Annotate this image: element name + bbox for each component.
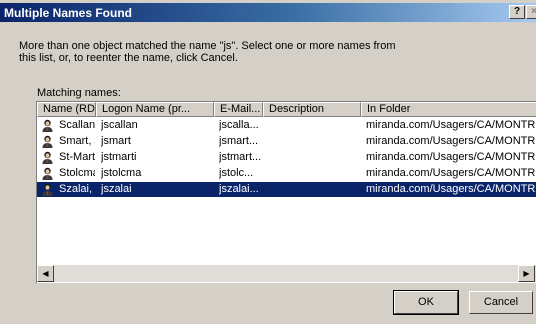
scroll-left-button[interactable]: ◀: [37, 265, 54, 282]
cell-email: jszalai...: [219, 183, 259, 195]
user-icon: [41, 119, 54, 132]
column-header-folder[interactable]: In Folder: [361, 102, 536, 117]
cell-folder: miranda.com/Usagers/CA/MONTREA: [366, 119, 536, 131]
column-header-name[interactable]: Name (RDN): [37, 102, 96, 117]
cell-description: [268, 118, 358, 133]
user-icon: [41, 183, 54, 196]
user-icon: [41, 167, 54, 180]
cell-logon: jscallan: [101, 119, 138, 131]
cell-name: Szalai, Jeff...: [59, 183, 95, 195]
cell-name: Smart, Jen...: [59, 135, 95, 147]
table-row[interactable]: Szalai, Jeff... jszalai jszalai... miranda.…: [37, 182, 536, 197]
cell-logon: jstolcma: [101, 167, 142, 179]
cell-email: jscalla...: [219, 119, 259, 131]
title-bar: Multiple Names Found ? ×: [0, 3, 536, 22]
table-row[interactable]: Stolcman, ... jstolcma jstolc... miranda.co…: [37, 166, 536, 181]
instruction-line-1: More than one object matched the name "j…: [19, 40, 396, 52]
cell-folder: miranda.com/Usagers/CA/MONTREA: [366, 183, 536, 195]
column-header-email[interactable]: E-Mail...: [214, 102, 263, 117]
scroll-right-button[interactable]: ▶: [518, 265, 535, 282]
cell-logon: jszalai: [101, 183, 132, 195]
help-button[interactable]: ?: [509, 5, 525, 19]
cell-description: [268, 150, 358, 165]
cell-folder: miranda.com/Usagers/CA/MONTREA: [366, 151, 536, 163]
ok-button[interactable]: OK: [393, 290, 459, 315]
close-button[interactable]: ×: [526, 5, 536, 19]
column-header-logon[interactable]: Logon Name (pr...: [96, 102, 214, 117]
cell-email: jstolc...: [219, 167, 254, 179]
multiple-names-dialog: Multiple Names Found ? × More than one o…: [0, 0, 536, 324]
matching-names-label: Matching names:: [37, 87, 121, 99]
table-row[interactable]: Smart, Jen... jsmart jsmart... miranda.com/…: [37, 134, 536, 149]
cancel-button[interactable]: Cancel: [469, 291, 533, 314]
table-row[interactable]: Scallan, Ju... jscallan jscalla... miranda.…: [37, 118, 536, 133]
cell-email: jstmart...: [219, 151, 261, 163]
cell-email: jsmart...: [219, 135, 259, 147]
user-icon: [41, 151, 54, 164]
table-row[interactable]: St-Martin, ... jstmarti jstmart... miranda.…: [37, 150, 536, 165]
cell-logon: jsmart: [101, 135, 131, 147]
cell-name: Scallan, Ju...: [59, 119, 95, 131]
instruction-line-2: this list, or, to reenter the name, clic…: [19, 52, 238, 64]
column-header-description[interactable]: Description: [263, 102, 361, 117]
cell-logon: jstmarti: [101, 151, 137, 163]
user-icon: [41, 135, 54, 148]
cell-name: Stolcman, ...: [59, 167, 95, 179]
horizontal-scrollbar[interactable]: ◀ ▶: [37, 265, 536, 282]
cell-folder: miranda.com/Usagers/CA/MONTREA: [366, 167, 536, 179]
cell-description: [268, 166, 358, 181]
cell-description: [268, 134, 358, 149]
matching-names-list[interactable]: Name (RDN) Logon Name (pr... E-Mail... D…: [36, 101, 536, 283]
list-header: Name (RDN) Logon Name (pr... E-Mail... D…: [37, 102, 536, 117]
cell-name: St-Martin, ...: [59, 151, 95, 163]
cell-description: [268, 182, 358, 197]
instruction-text: More than one object matched the name "j…: [19, 40, 399, 64]
window-title: Multiple Names Found: [4, 6, 133, 20]
cell-folder: miranda.com/Usagers/CA/MONTREA: [366, 135, 536, 147]
